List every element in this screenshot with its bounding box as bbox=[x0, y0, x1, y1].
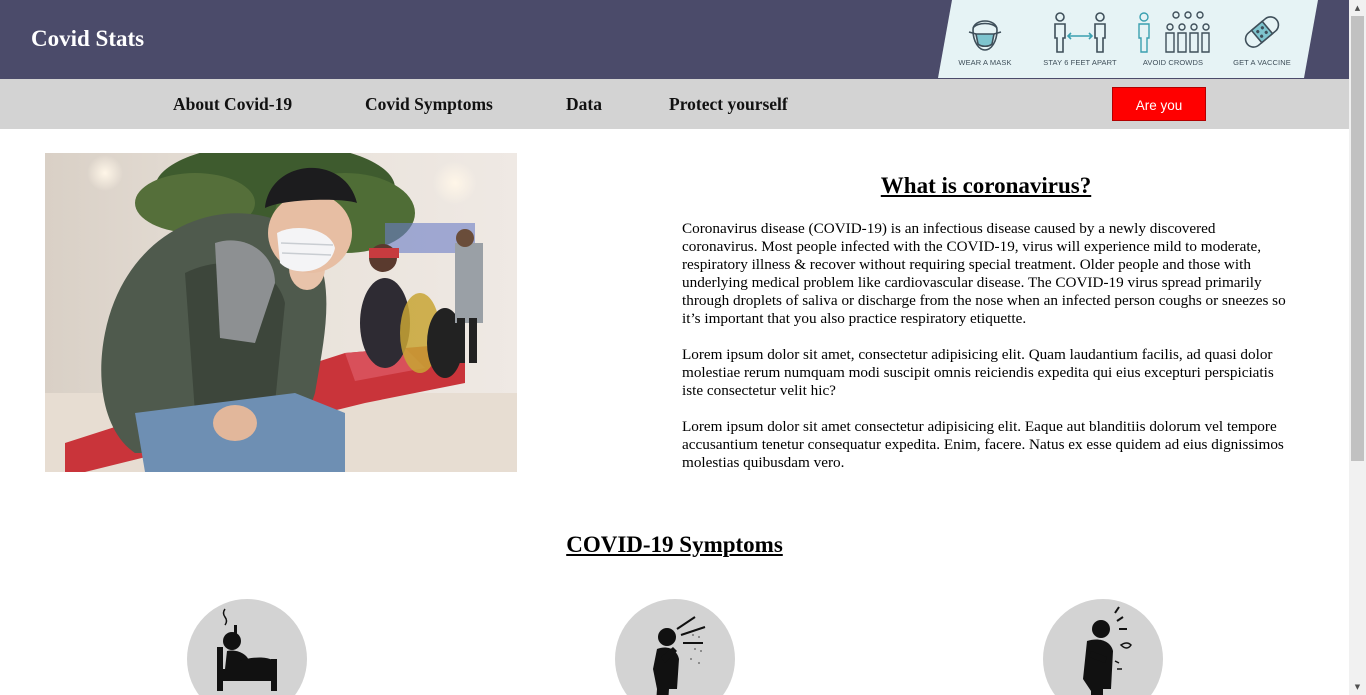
distance-icon bbox=[1034, 10, 1126, 54]
site-logo[interactable]: Covid Stats bbox=[31, 25, 144, 53]
nav-link-data[interactable]: Data bbox=[566, 94, 602, 114]
nav-link-protect[interactable]: Protect yourself bbox=[669, 94, 788, 114]
fever-in-bed-icon bbox=[187, 599, 307, 695]
banner-item-vaccine: Get a vaccine bbox=[1224, 0, 1300, 78]
lorem-paragraph-2: Lorem ipsum dolor sit amet consectetur a… bbox=[682, 418, 1284, 471]
scroll-up-arrow-icon[interactable]: ▲ bbox=[1349, 0, 1366, 16]
bandage-icon bbox=[1224, 10, 1300, 54]
site-header: Covid Stats Wear a mask bbox=[0, 0, 1349, 79]
prevention-banner: Wear a mask Stay 6 feet apart bbox=[938, 0, 1318, 78]
banner-label-crowds: Avoid crowds bbox=[1142, 58, 1204, 67]
banner-item-distance: Stay 6 feet apart bbox=[1034, 0, 1126, 78]
are-you-sick-button[interactable]: Are you sick? bbox=[1112, 87, 1206, 147]
symptoms-heading: COVID-19 Symptoms bbox=[566, 532, 783, 557]
banner-label-vaccine: Get a vaccine bbox=[1233, 58, 1291, 67]
page-scrollbar[interactable]: ▲ ▼ bbox=[1349, 0, 1366, 695]
page: Covid Stats Wear a mask bbox=[0, 0, 1349, 695]
crowd-icon bbox=[1134, 10, 1212, 54]
banner-item-crowds: Avoid crowds bbox=[1134, 0, 1212, 78]
nav-link-symptoms[interactable]: Covid Symptoms bbox=[365, 94, 493, 114]
scroll-down-arrow-icon[interactable]: ▼ bbox=[1349, 679, 1366, 695]
coughing-person-icon bbox=[615, 599, 735, 695]
banner-item-mask: Wear a mask bbox=[948, 0, 1022, 78]
banner-label-mask: Wear a mask bbox=[958, 58, 1012, 67]
lorem-paragraph-1: Lorem ipsum dolor sit amet, consectetur … bbox=[682, 346, 1274, 399]
nav-link-about[interactable]: About Covid-19 bbox=[173, 94, 292, 114]
mask-icon bbox=[948, 10, 1022, 54]
main-nav: About Covid-19 Covid Symptoms Data Prote… bbox=[0, 79, 1349, 147]
chest-pain-person-icon bbox=[1043, 599, 1163, 695]
banner-label-distance: Stay 6 feet apart bbox=[1043, 58, 1117, 67]
scrollbar-thumb[interactable] bbox=[1351, 16, 1364, 461]
page-title: What is coronavirus? bbox=[880, 173, 1092, 198]
coughing-man-photo bbox=[45, 153, 517, 472]
intro-paragraph: Coronavirus disease (COVID-19) is an inf… bbox=[682, 220, 1286, 327]
